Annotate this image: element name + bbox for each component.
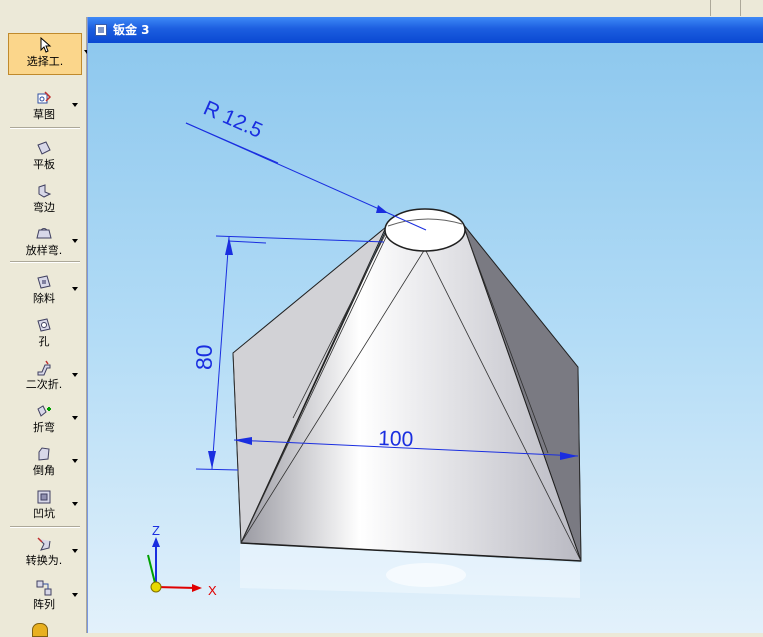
pattern-icon	[36, 580, 52, 596]
document-icon	[95, 24, 107, 36]
chevron-down-icon[interactable]	[72, 239, 78, 243]
chevron-down-icon[interactable]	[72, 502, 78, 506]
sheetmetal-model[interactable]: R 12.5 80 100 Z X	[88, 43, 763, 633]
chevron-down-icon[interactable]	[72, 549, 78, 553]
sketch-icon	[37, 91, 52, 104]
jog-icon	[37, 360, 51, 376]
cutout-icon	[37, 275, 51, 289]
document-window: 钣金 3 R 12.5 80 100 Z X	[87, 17, 763, 633]
bend-icon	[37, 405, 51, 417]
triad-x-label: X	[208, 583, 217, 598]
tab-plate-icon	[37, 141, 51, 155]
triad-z-label: Z	[152, 523, 160, 538]
radius-dimension: R 12.5	[185, 97, 427, 231]
sheetmetal-toolbar: 选择工. 草图 平板 弯边 放样弯. 除料 孔 二次折. 折弯 倒角 凹坑 转换…	[0, 17, 90, 637]
menu-separator	[740, 0, 741, 16]
convert-icon	[37, 537, 51, 551]
tool-label: 孔	[38, 335, 50, 348]
tool-label: 阵列	[33, 598, 55, 611]
coordinate-triad: Z X	[147, 523, 217, 598]
tool-label: 除料	[33, 292, 55, 305]
cutout-button[interactable]: 除料	[6, 271, 82, 311]
select-arrow-icon	[40, 37, 52, 53]
flange-button[interactable]: 弯边	[6, 180, 82, 220]
tool-label: 平板	[33, 158, 55, 171]
dimple-button[interactable]: 凹坑	[6, 486, 82, 526]
tool-label: 转换为.	[25, 554, 63, 567]
convert-button[interactable]: 转换为.	[6, 533, 82, 573]
top-menu-strip	[0, 0, 763, 18]
chevron-down-icon[interactable]	[72, 459, 78, 463]
3d-viewport[interactable]: R 12.5 80 100 Z X	[88, 43, 763, 633]
tool-label: 选择工.	[26, 55, 64, 68]
tab-plate-button[interactable]: 平板	[6, 137, 82, 177]
height-label: 80	[191, 344, 217, 370]
flange-icon	[38, 184, 52, 198]
tool-label: 放样弯.	[25, 244, 63, 257]
toolbar-separator	[10, 261, 80, 263]
menu-separator	[710, 0, 711, 16]
document-title-bar[interactable]: 钣金 3	[88, 17, 763, 43]
toolbar-separator	[10, 526, 80, 528]
lofted-flange-button[interactable]: 放样弯.	[6, 223, 82, 263]
sketch-button[interactable]: 草图	[6, 87, 82, 127]
tool-label: 倒角	[33, 464, 55, 477]
tool-label: 弯边	[33, 201, 55, 214]
radius-label: R 12.5	[200, 97, 266, 143]
bend-button[interactable]: 折弯	[6, 400, 82, 440]
pattern-button[interactable]: 阵列	[6, 577, 82, 617]
tool-label: 折弯	[33, 421, 55, 434]
chevron-down-icon[interactable]	[72, 416, 78, 420]
more-tools-icon[interactable]	[32, 623, 48, 637]
width-label: 100	[378, 427, 414, 451]
tool-label: 凹坑	[33, 507, 55, 520]
chevron-down-icon[interactable]	[72, 287, 78, 291]
jog-button[interactable]: 二次折.	[6, 357, 82, 397]
chevron-down-icon[interactable]	[72, 103, 78, 107]
select-tool-button[interactable]: 选择工.	[8, 33, 90, 75]
tool-label: 二次折.	[25, 378, 63, 391]
window-title: 钣金 3	[113, 23, 150, 37]
chamfer-icon	[38, 447, 50, 461]
hole-reflection	[386, 563, 466, 587]
tool-label: 草图	[33, 108, 55, 121]
lofted-flange-icon	[36, 228, 52, 239]
hole-button[interactable]: 孔	[6, 314, 82, 354]
chevron-down-icon[interactable]	[72, 373, 78, 377]
chamfer-button[interactable]: 倒角	[6, 443, 82, 483]
chevron-down-icon[interactable]	[72, 593, 78, 597]
dimple-icon	[37, 490, 51, 504]
toolbar-separator	[10, 127, 80, 129]
hole-icon	[37, 318, 51, 332]
